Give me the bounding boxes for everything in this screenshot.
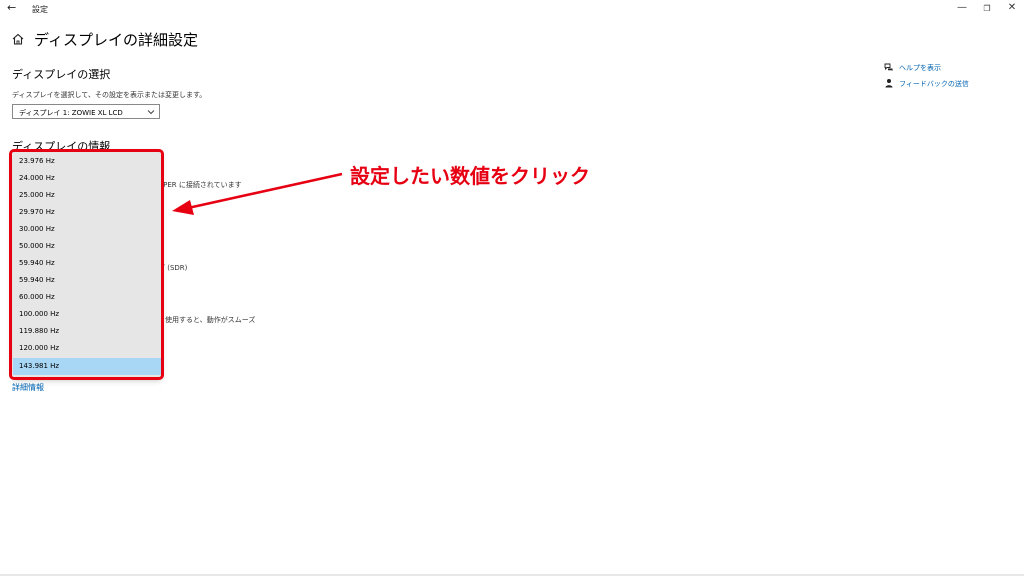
details-link[interactable]: 詳細情報	[12, 382, 44, 393]
feedback-link[interactable]: フィードバックの送信	[899, 79, 969, 89]
info-refresh-note-text: を使用すると、動作がスムーズ	[158, 316, 256, 324]
display-dropdown[interactable]: ディスプレイ 1: ZOWIE XL LCD	[12, 104, 160, 119]
maximize-button[interactable]: ❐	[980, 4, 994, 13]
home-icon[interactable]	[11, 32, 25, 46]
title-bar: ← 設定 — ❐ ✕	[0, 0, 1024, 18]
page-title: ディスプレイの詳細設定	[34, 31, 198, 49]
info-connection-text: UPER に接続されています	[158, 181, 242, 189]
minimize-button[interactable]: —	[955, 2, 969, 13]
chat-help-icon	[884, 63, 893, 71]
display-select-description: ディスプレイを選択して、その設定を表示または変更します。	[12, 91, 207, 99]
window-title: 設定	[32, 5, 48, 14]
chevron-down-icon	[147, 110, 155, 115]
help-link[interactable]: ヘルプを表示	[899, 63, 941, 73]
feedback-icon	[885, 79, 893, 88]
display-select-heading: ディスプレイの選択	[12, 68, 111, 81]
close-button[interactable]: ✕	[1005, 2, 1019, 13]
back-arrow-icon[interactable]: ←	[7, 1, 16, 14]
annotation-text: 設定したい数値をクリック	[350, 164, 590, 188]
annotation-highlight-box	[9, 149, 164, 380]
display-dropdown-value: ディスプレイ 1: ZOWIE XL LCD	[19, 109, 123, 117]
